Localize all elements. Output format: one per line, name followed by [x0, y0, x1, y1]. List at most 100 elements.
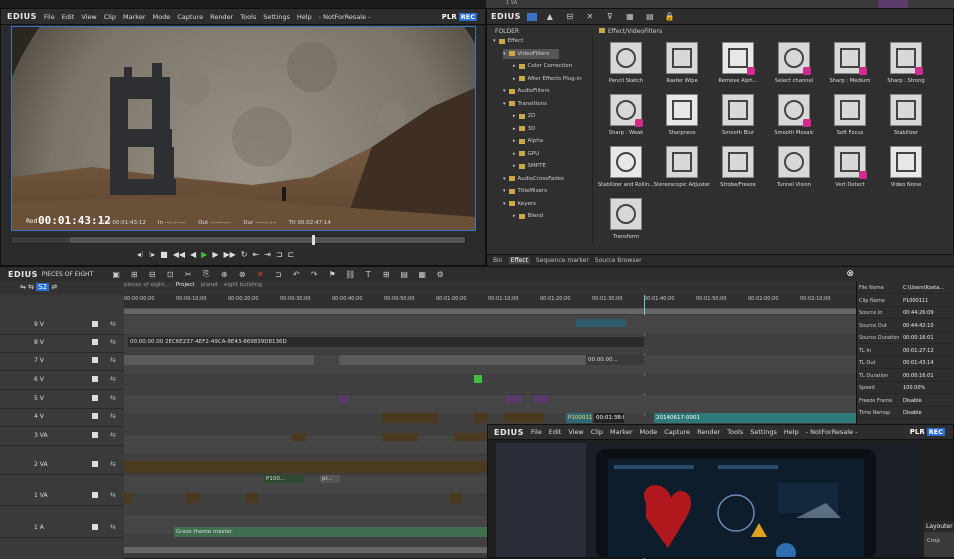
- timeline-ruler[interactable]: 00:00:00;00 00:00:10;00 00:00:20;00 00:00:3…: [124, 295, 856, 309]
- second-menu-edit[interactable]: Edit: [549, 428, 562, 436]
- track-sync-icon[interactable]: ⇆: [110, 491, 116, 499]
- second-menu-capture[interactable]: Capture: [664, 428, 690, 436]
- tree-item[interactable]: ▾ Effect: [493, 36, 523, 46]
- marker-icon[interactable]: ⚑: [325, 270, 339, 279]
- track-header[interactable]: 5 V ⇆: [0, 393, 124, 409]
- tree-item[interactable]: ▸ After Effects Plug-in: [513, 74, 582, 84]
- link-icon[interactable]: ⛓: [343, 270, 357, 279]
- clip-2va-a[interactable]: [124, 461, 454, 473]
- track-toggle-icon[interactable]: [92, 339, 98, 345]
- effect-item[interactable]: Vert Detect: [823, 143, 877, 193]
- save-icon[interactable]: ⊟: [145, 270, 159, 279]
- effect-item[interactable]: Raster Wipe: [655, 39, 709, 89]
- tree-item[interactable]: ▸ Alpha: [513, 136, 543, 146]
- menu-capture[interactable]: Capture: [177, 13, 203, 21]
- expand-icon[interactable]: ▸: [513, 76, 516, 82]
- track-sync-icon[interactable]: ⇆: [110, 338, 116, 346]
- expand-icon[interactable]: ▸: [513, 151, 516, 157]
- effect-item[interactable]: Smooth Mosaic: [767, 91, 821, 141]
- ripple-icon[interactable]: ⊐: [271, 270, 285, 279]
- second-menu-mode[interactable]: Mode: [640, 428, 658, 436]
- view-list-icon[interactable]: ▤: [643, 12, 657, 21]
- delete-clip-icon[interactable]: ✕: [253, 270, 267, 279]
- insert-icon[interactable]: ⊐: [276, 250, 283, 259]
- menu-file[interactable]: File: [44, 13, 55, 21]
- step-back-icon[interactable]: ◀: [190, 250, 196, 259]
- clip-4v-date[interactable]: 20140617-0001: [654, 413, 856, 423]
- replace-icon[interactable]: ⊗: [235, 270, 249, 279]
- expand-icon[interactable]: ▾: [503, 188, 506, 194]
- expand-icon[interactable]: ▸: [513, 63, 516, 69]
- seq-tab-project[interactable]: Project: [176, 282, 195, 288]
- clip-1va-b[interactable]: [186, 493, 200, 503]
- scrub-handle[interactable]: [312, 235, 315, 245]
- clip-3va-a[interactable]: [292, 433, 306, 441]
- tree-item[interactable]: ▸ 3D: [513, 124, 535, 134]
- clip-5v-c[interactable]: [534, 395, 548, 403]
- second-menu-render[interactable]: Render: [697, 428, 720, 436]
- track-header[interactable]: 6 V ⇆: [0, 374, 124, 390]
- track-toggle-icon[interactable]: [92, 413, 98, 419]
- track-sync-icon[interactable]: ⇆: [110, 394, 116, 402]
- second-menu-view[interactable]: View: [568, 428, 583, 436]
- effect-item[interactable]: Video Noise: [879, 143, 933, 193]
- clip-7v-c[interactable]: 00.00.00...: [586, 355, 644, 365]
- effect-item[interactable]: Smooth Blur: [711, 91, 765, 141]
- paste-icon[interactable]: ⊕: [217, 270, 231, 279]
- track-header[interactable]: 1 VA ⇆: [0, 490, 124, 506]
- expand-icon[interactable]: ▸: [513, 163, 516, 169]
- track-toggle-icon[interactable]: [92, 524, 98, 530]
- menu-tools[interactable]: Tools: [240, 13, 256, 21]
- expand-icon[interactable]: ▸: [513, 213, 516, 219]
- menu-marker[interactable]: Marker: [123, 13, 145, 21]
- overwrite-icon[interactable]: ⊏: [288, 250, 295, 259]
- effect-item[interactable]: Strobe/Freeze: [711, 143, 765, 193]
- open-icon[interactable]: ⊞: [127, 270, 141, 279]
- second-menu-settings[interactable]: Settings: [750, 428, 777, 436]
- title-icon[interactable]: T: [361, 270, 375, 279]
- clip-1va-c[interactable]: [246, 493, 258, 503]
- effect-item[interactable]: Remove Alph...: [711, 39, 765, 89]
- menu-help[interactable]: Help: [297, 13, 312, 21]
- filter-icon[interactable]: ⊽: [603, 12, 617, 21]
- close-timeline-icon[interactable]: ⊗: [846, 269, 854, 279]
- tab-effect[interactable]: Effect: [508, 257, 530, 264]
- expand-icon[interactable]: ▸: [513, 113, 516, 119]
- track-toggle-icon[interactable]: [92, 321, 98, 327]
- mode-icons[interactable]: ⇋ ⇆ S2 ⇄: [20, 283, 57, 291]
- second-menu-marker[interactable]: Marker: [610, 428, 632, 436]
- clip-8v[interactable]: 00.00.00.00 2EC6E237-4EF2-49CA-8E43-8698…: [128, 337, 644, 347]
- tree-item[interactable]: ▾ Keyers: [503, 199, 536, 209]
- menu-settings[interactable]: Settings: [263, 13, 290, 21]
- clip-3va-c[interactable]: [454, 433, 490, 441]
- tree-item[interactable]: ▾ AudioFilters: [503, 86, 550, 96]
- track-sync-icon[interactable]: ⇆: [110, 412, 116, 420]
- effect-item[interactable]: Transform: [599, 195, 653, 245]
- effect-item[interactable]: Select channel: [767, 39, 821, 89]
- effect-item[interactable]: Sharp : Medium: [823, 39, 877, 89]
- render-icon[interactable]: ▤: [397, 270, 411, 279]
- clip-7v-a[interactable]: [124, 355, 314, 365]
- clip-1va-d[interactable]: [450, 493, 462, 503]
- timeline-ruler-scroll[interactable]: [124, 309, 856, 314]
- track-header[interactable]: 9 V ⇆: [0, 319, 124, 335]
- tree-item[interactable]: ▾ AudioCrossFades: [503, 174, 564, 184]
- effect-item[interactable]: Tunnel Vision: [767, 143, 821, 193]
- clip-2va-label-b[interactable]: pl...: [320, 475, 340, 483]
- bin-icon[interactable]: ⊡: [163, 270, 177, 279]
- track-header[interactable]: 4 V ⇆: [0, 411, 124, 427]
- second-plr-label[interactable]: PLR: [910, 428, 925, 436]
- plr-label[interactable]: PLR: [442, 13, 457, 21]
- track-sync-icon[interactable]: ⇆: [110, 320, 116, 328]
- menu-edit[interactable]: Edit: [62, 13, 75, 21]
- folder-icon[interactable]: [526, 12, 537, 21]
- track-sync-icon[interactable]: ⇆: [110, 523, 116, 531]
- tree-item[interactable]: ▾ TitleMixers: [503, 186, 547, 196]
- clip-6v[interactable]: [474, 375, 482, 383]
- stop-icon[interactable]: ■: [160, 250, 168, 259]
- prev-edit-icon[interactable]: ⇤: [252, 250, 259, 259]
- fast-forward-icon[interactable]: ▶▶: [223, 250, 235, 259]
- expand-icon[interactable]: ▸: [513, 126, 516, 132]
- tree-item[interactable]: ▾ Transitions: [503, 99, 547, 109]
- menu-view[interactable]: View: [81, 13, 96, 21]
